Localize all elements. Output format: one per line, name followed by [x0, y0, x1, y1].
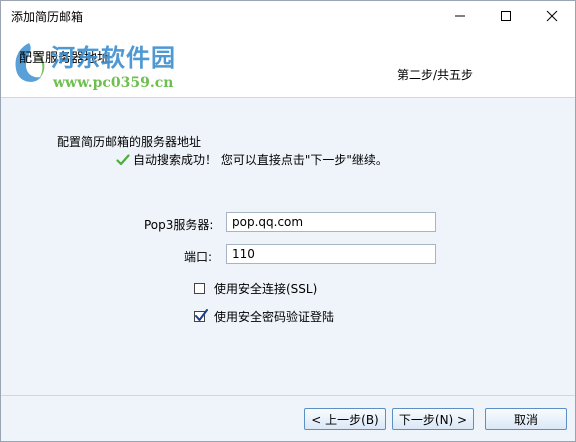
title-bar: 添加简历邮箱: [1, 1, 575, 31]
success-text: 自动搜索成功！ 您可以直接点击"下一步"继续。: [133, 153, 388, 167]
step-indicator: 第二步/共五步: [397, 68, 474, 82]
ssl-option[interactable]: 使用安全连接(SSL): [194, 280, 317, 297]
button-bar: < 上一步(B) 下一步(N) > 取消: [1, 395, 575, 441]
maximize-button[interactable]: [483, 1, 529, 31]
close-button[interactable]: [529, 1, 575, 31]
cancel-button[interactable]: 取消: [485, 408, 567, 430]
window-title: 添加简历邮箱: [11, 10, 84, 24]
secure-login-checkbox-label: 使用安全密码验证登陆: [214, 310, 335, 324]
maximize-icon: [501, 11, 511, 21]
watermark-name: 河东软件园: [51, 43, 176, 72]
checkbox-check-icon: [195, 309, 208, 321]
previous-button[interactable]: < 上一步(B): [304, 408, 386, 430]
secure-login-option[interactable]: 使用安全密码验证登陆: [194, 308, 334, 325]
wizard-body: 配置简历邮箱的服务器地址 自动搜索成功！ 您可以直接点击"下一步"继续。 Pop…: [1, 98, 575, 395]
ssl-checkbox[interactable]: [194, 283, 205, 294]
minimize-button[interactable]: [437, 1, 483, 31]
secure-login-checkbox[interactable]: [194, 309, 208, 322]
pop3-server-input[interactable]: pop.qq.com: [226, 212, 436, 232]
success-message: 自动搜索成功！ 您可以直接点击"下一步"继续。: [116, 151, 388, 168]
wizard-header: 配置服务器地址 河东软件园 www.pc0359.cn 第二步/共五步: [1, 31, 575, 91]
ssl-checkbox-label: 使用安全连接(SSL): [214, 282, 318, 296]
minimize-icon: [455, 15, 465, 17]
close-icon: [546, 10, 558, 22]
dialog-window: 添加简历邮箱 配置服务器地址 河东软件园 www.pc0359.cn 第二步/共…: [0, 0, 576, 442]
watermark-url: www.pc0359.cn: [53, 75, 174, 91]
section-heading: 配置简历邮箱的服务器地址: [57, 135, 202, 149]
pop3-server-label: Pop3服务器:: [144, 218, 214, 232]
next-button[interactable]: 下一步(N) >: [392, 408, 474, 430]
port-input[interactable]: 110: [226, 244, 436, 264]
port-label: 端口:: [184, 250, 213, 264]
checkmark-icon: [116, 153, 130, 165]
